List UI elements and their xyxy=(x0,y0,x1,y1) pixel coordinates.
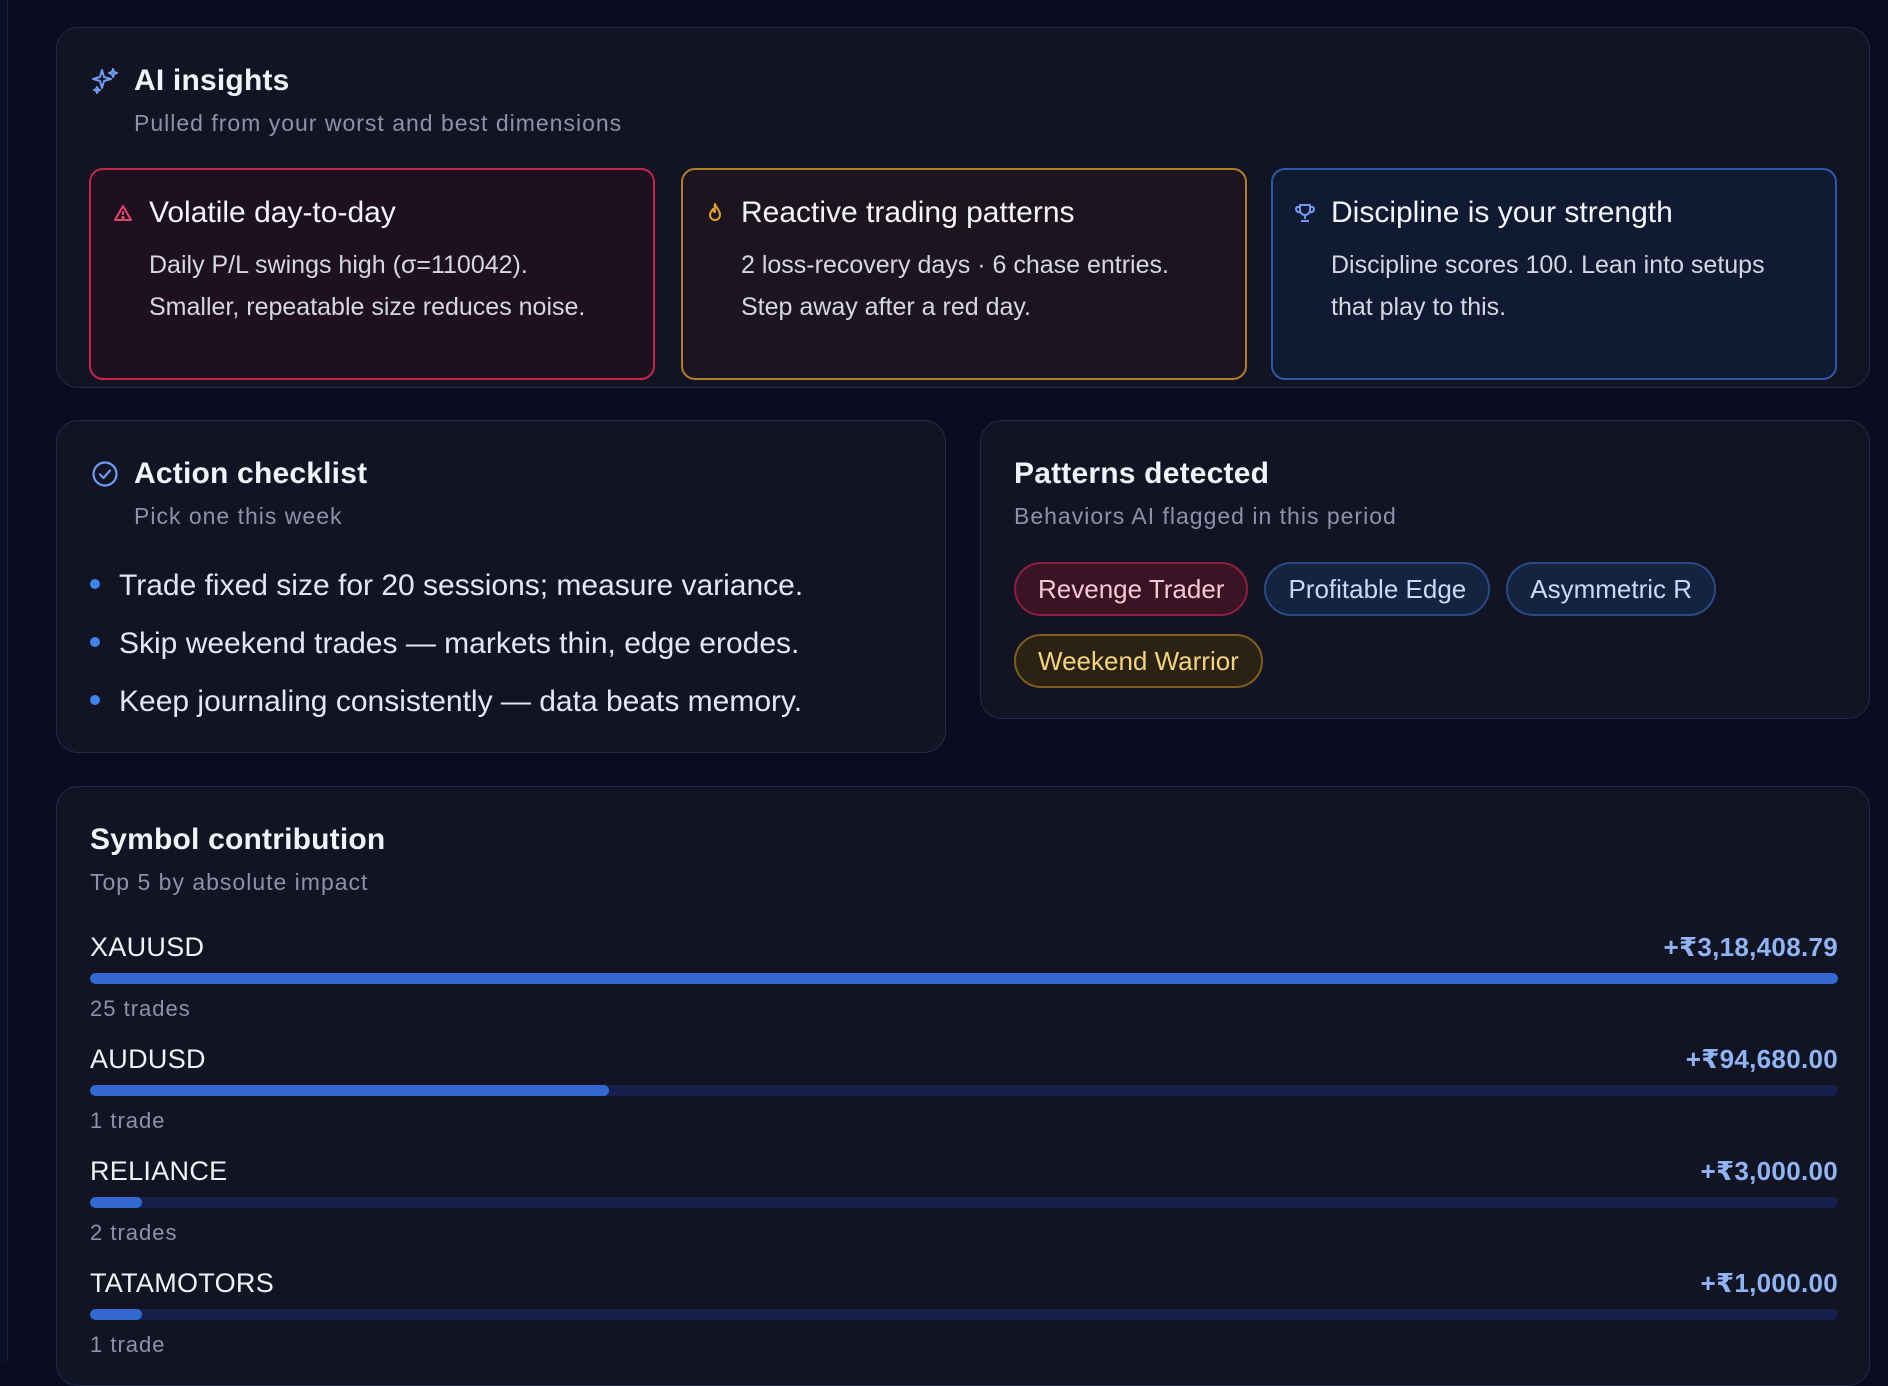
checklist-item[interactable]: Trade fixed size for 20 sessions; measur… xyxy=(90,569,803,627)
symbol-trades: 1 trade xyxy=(90,1332,166,1357)
symbol-value: +₹3,18,408.79 xyxy=(1663,931,1838,962)
contribution-bar-track xyxy=(90,1085,1838,1096)
contribution-bar-fill xyxy=(90,973,1838,984)
contribution-bar-fill xyxy=(90,1309,143,1320)
checklist: Trade fixed size for 20 sessions; measur… xyxy=(90,569,803,743)
symbol-name: RELIANCE xyxy=(90,1155,228,1186)
warning-icon xyxy=(111,201,135,225)
symbol-name: TATAMOTORS xyxy=(90,1267,274,1298)
action-checklist-title: Action checklist xyxy=(134,457,368,490)
symbol-contribution-title: Symbol contribution xyxy=(90,823,386,856)
insight-card-volatility: Volatile day-to-day Daily P/L swings hig… xyxy=(89,168,655,380)
trophy-icon xyxy=(1293,201,1317,225)
symbol-value: +₹3,000.00 xyxy=(1700,1155,1838,1186)
symbol-row[interactable]: RELIANCE +₹3,000.00 2 trades xyxy=(90,1153,1838,1246)
symbol-trades: 1 trade xyxy=(90,1108,166,1133)
contribution-bar-fill xyxy=(90,1085,610,1096)
symbol-contribution-card: Symbol contribution Top 5 by absolute im… xyxy=(56,786,1870,1386)
symbol-trades: 25 trades xyxy=(90,996,191,1021)
symbol-row[interactable]: TATAMOTORS +₹1,000.00 1 trade xyxy=(90,1265,1838,1358)
pattern-pill-weekend-warrior[interactable]: Weekend Warrior xyxy=(1014,634,1263,688)
insight-title: Reactive trading patterns xyxy=(741,196,1075,229)
symbol-name: AUDUSD xyxy=(90,1043,206,1074)
patterns-subtitle: Behaviors AI flagged in this period xyxy=(1014,503,1397,529)
contribution-bar-track xyxy=(90,1309,1838,1320)
contribution-bar-fill xyxy=(90,1197,143,1208)
action-checklist-card: Action checklist Pick one this week Trad… xyxy=(56,420,946,753)
insight-text: Step away after a red day. xyxy=(741,293,1031,321)
pattern-pill-profitable-edge[interactable]: Profitable Edge xyxy=(1264,562,1491,616)
checklist-item[interactable]: Skip weekend trades — markets thin, edge… xyxy=(90,627,803,685)
symbol-row[interactable]: XAUUSD +₹3,18,408.79 25 trades xyxy=(90,929,1838,1022)
insight-text: Smaller, repeatable size reduces noise. xyxy=(149,293,586,321)
checklist-item-text: Trade fixed size for 20 sessions; measur… xyxy=(119,569,804,602)
contribution-bar-track xyxy=(90,1197,1838,1208)
checklist-item-text: Keep journaling consistently — data beat… xyxy=(119,685,803,718)
ai-insights-title: AI insights xyxy=(134,64,290,97)
flame-icon xyxy=(703,201,727,225)
checklist-item-text: Skip weekend trades — markets thin, edge… xyxy=(119,627,800,660)
pattern-pill-revenge-trader[interactable]: Revenge Trader xyxy=(1014,562,1249,616)
action-checklist-subtitle: Pick one this week xyxy=(134,503,343,529)
checklist-item[interactable]: Keep journaling consistently — data beat… xyxy=(90,685,803,743)
pattern-pills: Revenge Trader Profitable Edge Asymmetri… xyxy=(1014,562,1774,688)
left-rail xyxy=(0,0,8,1361)
insight-title: Discipline is your strength xyxy=(1331,196,1673,229)
symbol-trades: 2 trades xyxy=(90,1220,178,1245)
bullet-icon xyxy=(90,637,100,647)
bullet-icon xyxy=(90,579,100,589)
symbol-value: +₹94,680.00 xyxy=(1685,1043,1838,1074)
bullet-icon xyxy=(90,695,100,705)
patterns-detected-card: Patterns detected Behaviors AI flagged i… xyxy=(980,420,1870,719)
patterns-title: Patterns detected xyxy=(1014,457,1270,490)
contribution-bar-track xyxy=(90,973,1838,984)
sparkles-icon xyxy=(90,66,120,96)
pattern-pill-asymmetric-r[interactable]: Asymmetric R xyxy=(1506,562,1717,616)
insight-title: Volatile day-to-day xyxy=(149,196,396,229)
insight-text: that play to this. xyxy=(1331,293,1507,321)
insight-text: Discipline scores 100. Lean into setups xyxy=(1331,251,1765,279)
check-circle-icon xyxy=(90,459,120,489)
insight-card-discipline: Discipline is your strength Discipline s… xyxy=(1271,168,1837,380)
insight-card-reactive: Reactive trading patterns 2 loss-recover… xyxy=(681,168,1247,380)
insight-text: Daily P/L swings high (σ=110042). xyxy=(149,251,528,279)
symbol-contribution-subtitle: Top 5 by absolute impact xyxy=(90,869,369,895)
symbol-name: XAUUSD xyxy=(90,931,205,962)
symbol-value: +₹1,000.00 xyxy=(1700,1267,1838,1298)
insight-text: 2 loss-recovery days · 6 chase entries. xyxy=(741,251,1169,279)
ai-insights-subtitle: Pulled from your worst and best dimensio… xyxy=(134,110,623,136)
symbol-row[interactable]: AUDUSD +₹94,680.00 1 trade xyxy=(90,1041,1838,1134)
